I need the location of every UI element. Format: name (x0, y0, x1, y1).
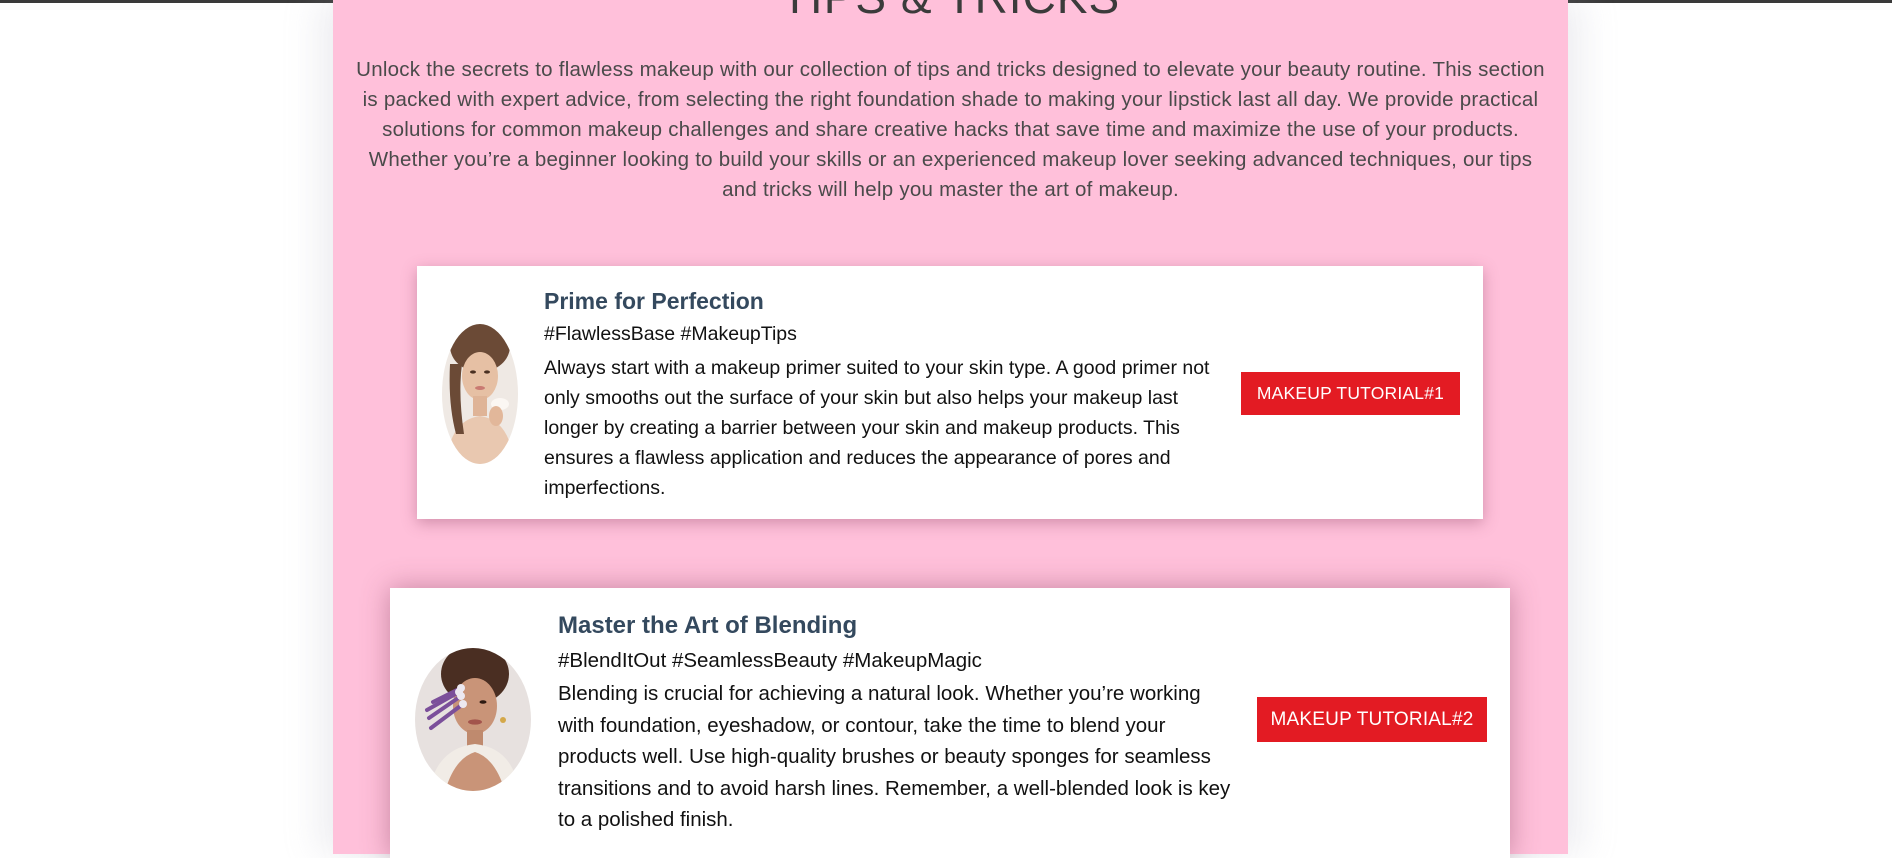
section-title: TIPS & TRICKS (333, 0, 1568, 20)
tip-title: Prime for Perfection (544, 288, 764, 314)
makeup-tutorial-2-button[interactable]: MAKEUP TUTORIAL#2 (1257, 697, 1487, 742)
tips-and-tricks-section: TIPS & TRICKS Unlock the secrets to flaw… (333, 0, 1568, 858)
tip-card-primer: Prime for Perfection #FlawlessBase #Make… (417, 266, 1483, 519)
tip-hashtags: #FlawlessBase #MakeupTips (544, 323, 797, 345)
tip-image-blending (415, 648, 531, 791)
makeup-tutorial-1-button[interactable]: MAKEUP TUTORIAL#1 (1241, 372, 1460, 415)
tip-hashtags: #BlendItOut #SeamlessBeauty #MakeupMagic (558, 649, 982, 672)
tip-image-primer (442, 324, 518, 464)
tip-description: Always start with a makeup primer suited… (544, 357, 1210, 499)
tip-title: Master the Art of Blending (558, 612, 858, 639)
tip-card-blending: Master the Art of Blending #BlendItOut #… (390, 588, 1510, 858)
section-intro: Unlock the secrets to flawless makeup wi… (356, 58, 1545, 201)
tip-description: Blending is crucial for achieving a natu… (558, 682, 1231, 831)
